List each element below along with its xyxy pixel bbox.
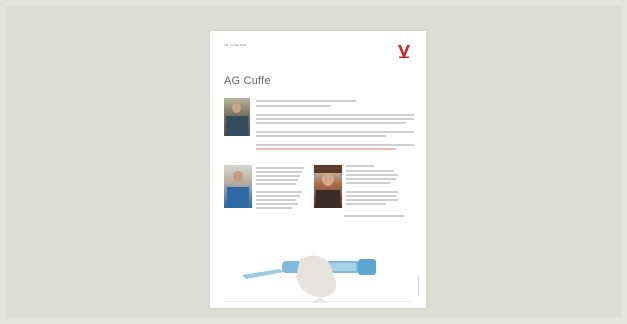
margin-marker	[418, 276, 419, 296]
text-line	[256, 122, 406, 124]
profile-photo-1	[224, 98, 250, 136]
text-line	[346, 199, 398, 201]
text-line	[256, 175, 300, 177]
text-line	[256, 118, 414, 120]
text-line	[256, 199, 296, 201]
document-title: AG Cuffe	[224, 75, 271, 87]
text-line	[256, 171, 302, 173]
page-background: Vol. 2 | Fall 2016 AG Cuffe	[0, 0, 627, 324]
text-line	[256, 131, 414, 133]
pipette-illustration	[242, 255, 376, 303]
text-line	[256, 183, 296, 185]
text-line	[256, 179, 298, 181]
text-line	[256, 203, 298, 205]
profile-photo-2	[224, 165, 252, 208]
text-line	[256, 114, 414, 116]
text-line	[346, 203, 386, 205]
text-line	[346, 170, 394, 172]
text-line	[256, 135, 386, 137]
text-line	[256, 144, 414, 146]
text-line	[256, 105, 331, 107]
document-preview[interactable]: Vol. 2 | Fall 2016 AG Cuffe	[210, 31, 426, 308]
text-line	[346, 174, 398, 176]
profile-photo-3	[314, 165, 342, 208]
text-line	[256, 191, 302, 193]
text-line	[256, 148, 396, 150]
text-line	[344, 215, 404, 217]
text-line	[256, 207, 292, 209]
text-line	[346, 165, 374, 167]
text-line	[346, 178, 396, 180]
text-line	[256, 100, 356, 102]
text-line	[346, 182, 390, 184]
text-line	[346, 195, 396, 197]
text-line	[256, 167, 304, 169]
document-header: Vol. 2 | Fall 2016	[224, 43, 247, 47]
footer-rule	[224, 301, 412, 302]
brand-logo-icon	[398, 45, 410, 58]
text-line	[256, 195, 300, 197]
text-line	[346, 191, 398, 193]
